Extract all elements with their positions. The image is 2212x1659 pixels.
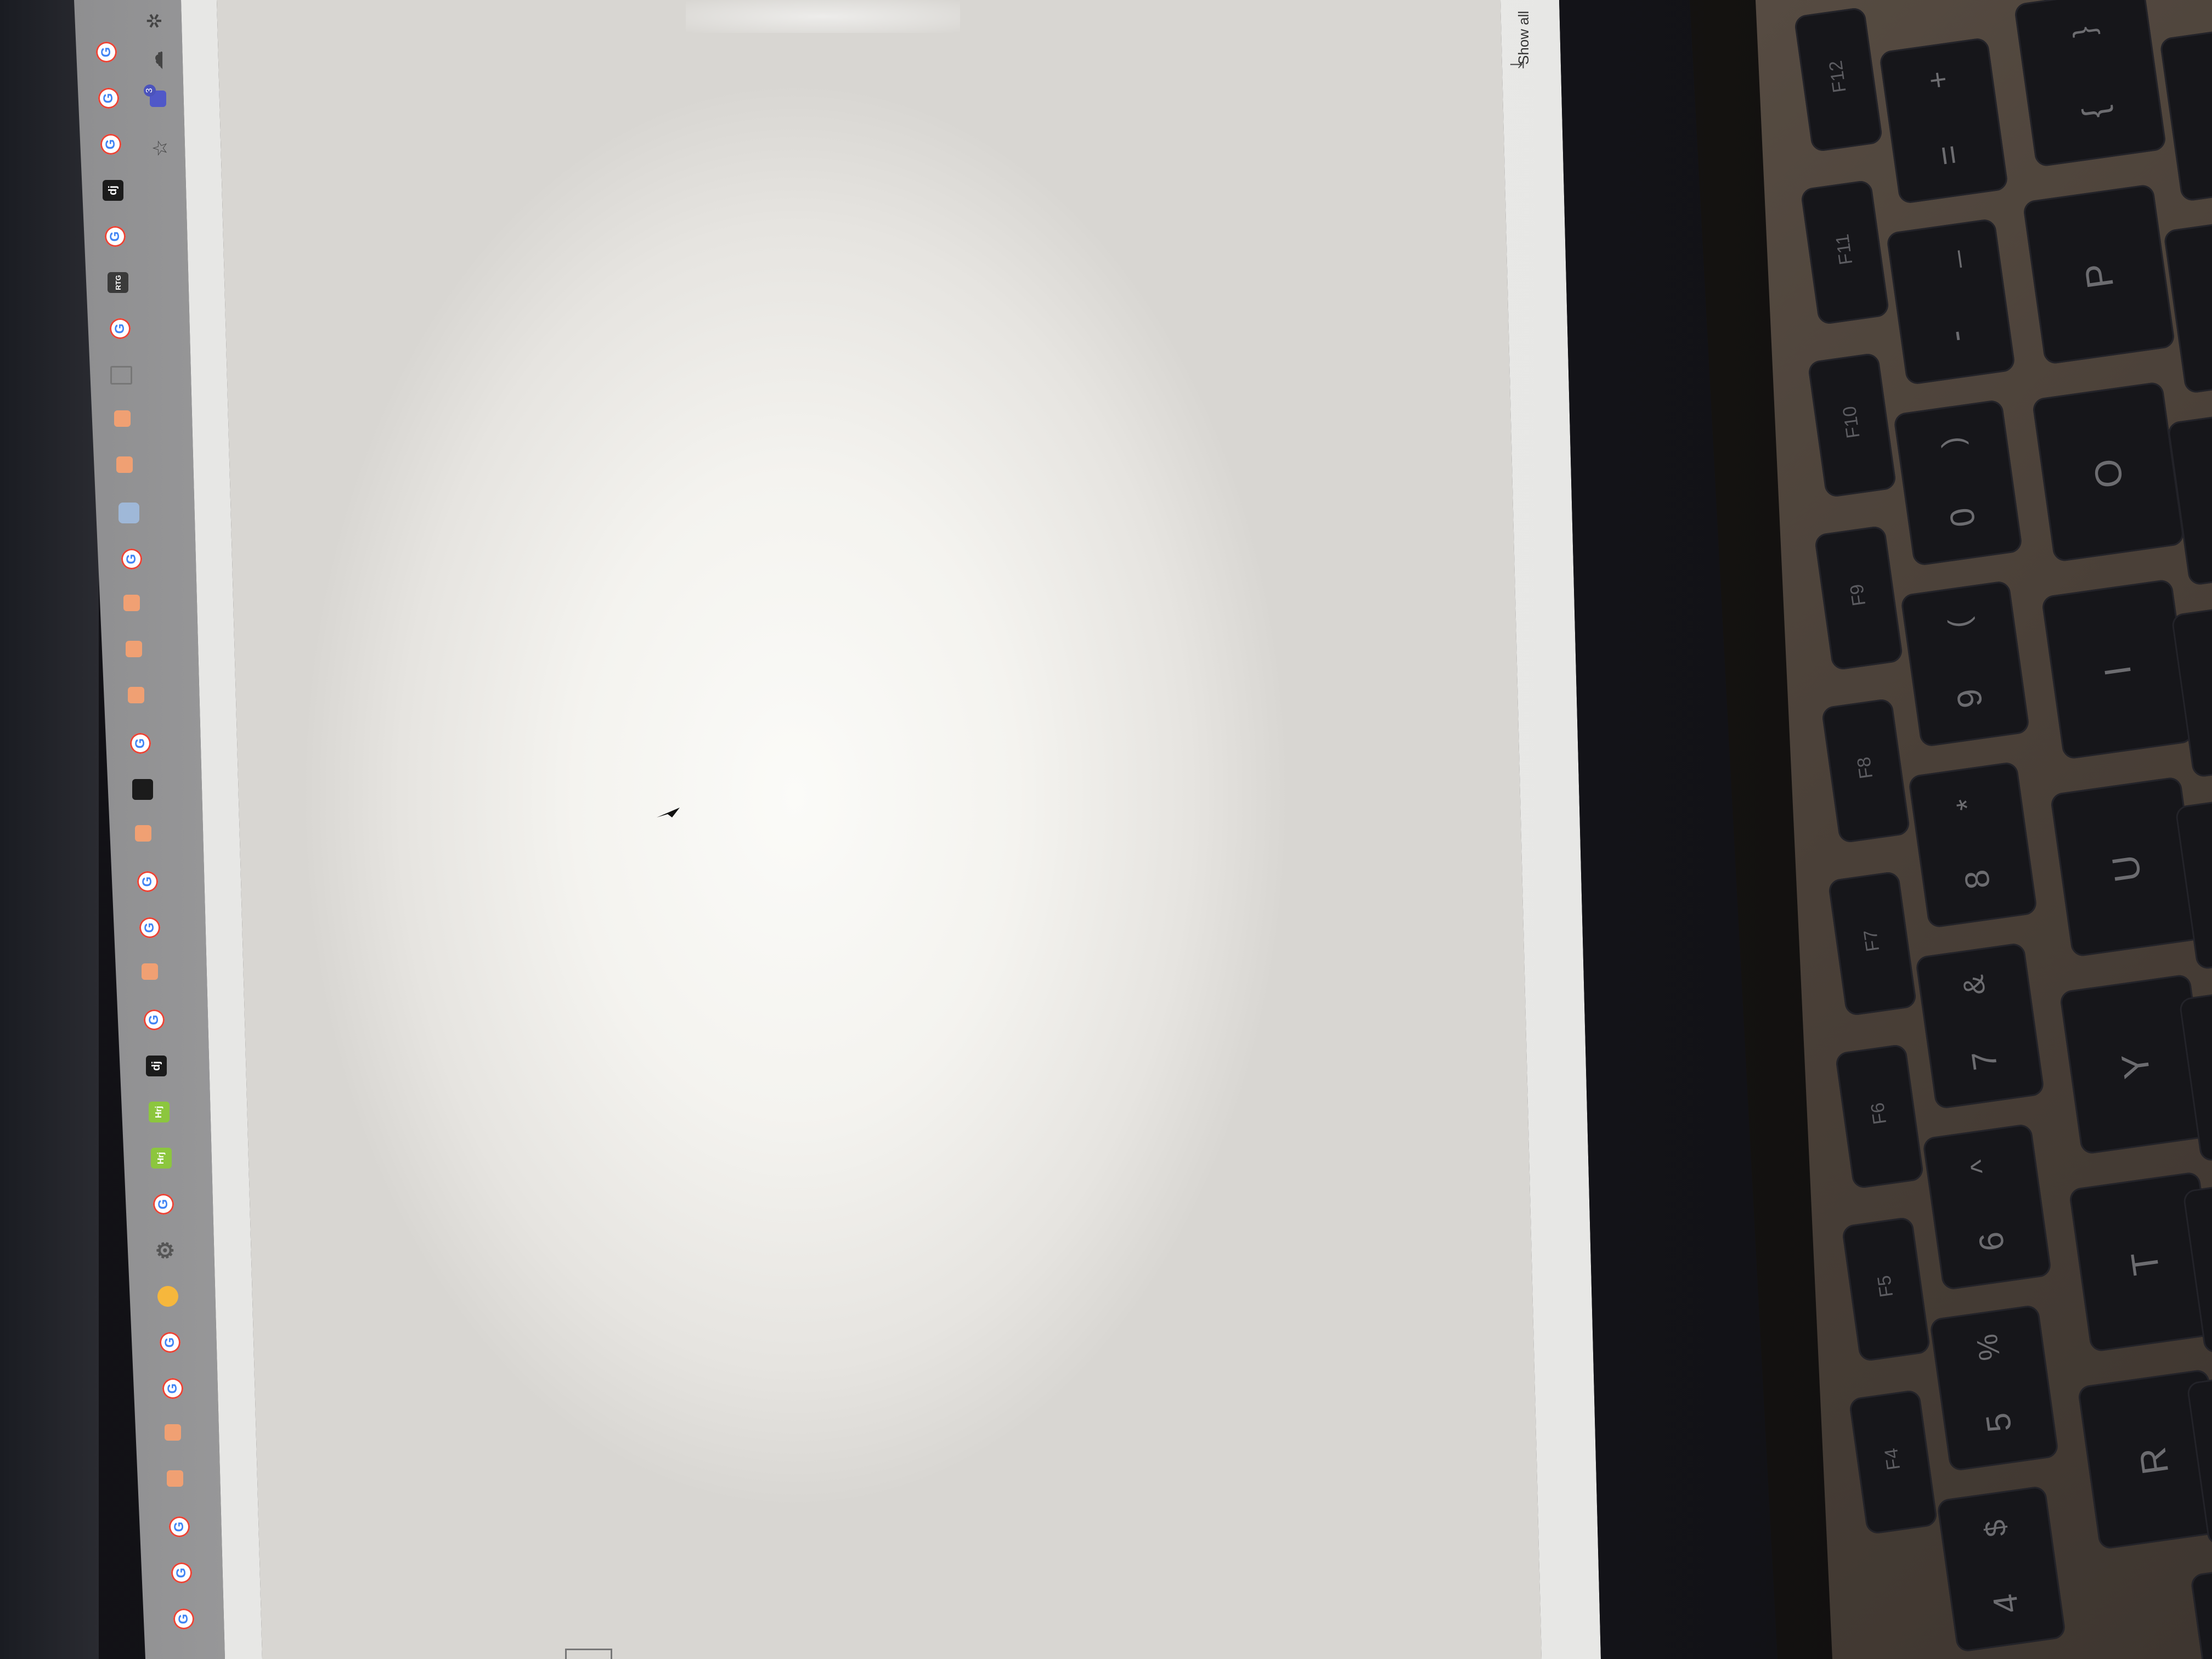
key-label: 5: [1979, 1410, 2019, 1435]
google-g-icon[interactable]: G: [95, 42, 117, 63]
orange-tab-icon[interactable]: [166, 1470, 183, 1487]
key-label: -: [1936, 328, 1976, 345]
google-g-icon[interactable]: G: [144, 1009, 165, 1030]
key-label: 4: [1986, 1592, 2027, 1616]
orange-tab-icon[interactable]: [116, 456, 133, 473]
orange-tab-icon[interactable]: [164, 1424, 181, 1441]
number-key[interactable]: ) 0: [1893, 399, 2023, 567]
shield-icon[interactable]: [119, 503, 140, 523]
key-label: T: [2123, 1249, 2168, 1278]
google-g-icon[interactable]: G: [139, 917, 160, 938]
google-g-icon[interactable]: G: [169, 1516, 190, 1537]
number-key[interactable]: & 7: [1915, 942, 2045, 1110]
key-label: {: [2075, 104, 2115, 121]
number-key[interactable]: ^ 6: [1922, 1123, 2052, 1291]
key-label: F4: [1880, 1447, 1905, 1471]
key-label: F5: [1874, 1274, 1898, 1299]
dark-square-icon[interactable]: [132, 779, 154, 800]
number-key[interactable]: % 5: [1929, 1304, 2059, 1472]
document-icon[interactable]: [110, 366, 132, 385]
google-g-icon[interactable]: G: [162, 1378, 183, 1399]
green-tab-icon[interactable]: Hrj: [150, 1148, 172, 1169]
letter-key[interactable]: P: [2022, 183, 2176, 365]
orange-tab-icon[interactable]: [134, 825, 151, 842]
key-label: 6: [1972, 1229, 2012, 1254]
screen-glare: [686, 0, 960, 33]
key-label: =: [1928, 143, 1969, 168]
key-label: 9: [1950, 686, 1990, 710]
yellow-tab-icon[interactable]: [157, 1286, 179, 1307]
cloud-icon[interactable]: ☁: [144, 49, 167, 71]
google-g-icon[interactable]: G: [153, 1194, 174, 1215]
key-label: 7: [1964, 1048, 2005, 1073]
google-g-icon[interactable]: G: [130, 733, 151, 754]
google-g-icon[interactable]: G: [137, 871, 158, 892]
rtg-icon[interactable]: RTG: [107, 272, 128, 293]
number-key[interactable]: + =: [1878, 37, 2009, 205]
key-label: 8: [1957, 867, 1997, 891]
orange-tab-icon[interactable]: [125, 641, 142, 657]
key-label: P: [2076, 261, 2122, 291]
key-label: I: [2096, 663, 2139, 679]
key-label: Y: [2113, 1051, 2159, 1081]
google-g-icon[interactable]: G: [121, 549, 142, 569]
key-label: F10: [1838, 404, 1864, 440]
key-label: F8: [1853, 755, 1877, 780]
key-label: U: [2104, 852, 2149, 885]
letter-key[interactable]: U: [2050, 776, 2203, 958]
mouse-pointer-icon: [657, 808, 680, 817]
orange-tab-icon[interactable]: [128, 687, 145, 703]
orange-tab-icon[interactable]: [114, 410, 131, 427]
key-label: 0: [1943, 505, 1983, 529]
google-g-icon[interactable]: G: [98, 88, 119, 109]
key-label: F11: [1832, 233, 1857, 267]
orange-tab-icon[interactable]: [142, 963, 159, 980]
google-g-icon[interactable]: G: [109, 318, 131, 339]
screen-corner-mark: [565, 1649, 612, 1659]
star-icon[interactable]: ☆: [149, 137, 171, 159]
screen-bezel-left: [0, 0, 99, 1659]
teams-icon[interactable]: 3: [144, 84, 169, 110]
key-label: O: [2085, 456, 2131, 491]
key-label: R: [2131, 1444, 2177, 1477]
key-label: F12: [1825, 59, 1850, 94]
number-key[interactable]: $4: [1936, 1485, 2067, 1653]
number-key[interactable]: (9: [1900, 580, 2030, 748]
number-key[interactable]: * 8: [1908, 761, 2038, 929]
orange-tab-icon[interactable]: [123, 595, 140, 611]
extension-icon[interactable]: ✲: [143, 10, 166, 32]
key-label: F9: [1846, 583, 1870, 607]
key-label: F6: [1866, 1101, 1891, 1126]
show-all-downloads-link[interactable]: Show all: [1515, 11, 1532, 65]
letter-key[interactable]: I: [2040, 578, 2194, 760]
google-g-icon[interactable]: G: [100, 134, 122, 155]
dj-icon[interactable]: dj: [146, 1056, 167, 1076]
letter-key[interactable]: O: [2032, 381, 2185, 563]
key-label: F7: [1860, 928, 1884, 953]
letter-key[interactable]: }{: [2013, 0, 2167, 168]
dj-icon[interactable]: dj: [103, 180, 124, 201]
teams-badge: 3: [144, 84, 156, 97]
number-key[interactable]: _ -: [1886, 218, 2016, 386]
gear-icon[interactable]: ⚙: [154, 1240, 178, 1261]
green-tab-icon[interactable]: Hrj: [148, 1102, 170, 1122]
google-g-icon[interactable]: G: [171, 1562, 193, 1583]
photo-scene: G G Gdj G RTG G G G G G Gdj Hrj Hrj G ⚙ G G G G G ✲ ☁ 3 ☆ ⤓…: [0, 0, 2212, 1659]
